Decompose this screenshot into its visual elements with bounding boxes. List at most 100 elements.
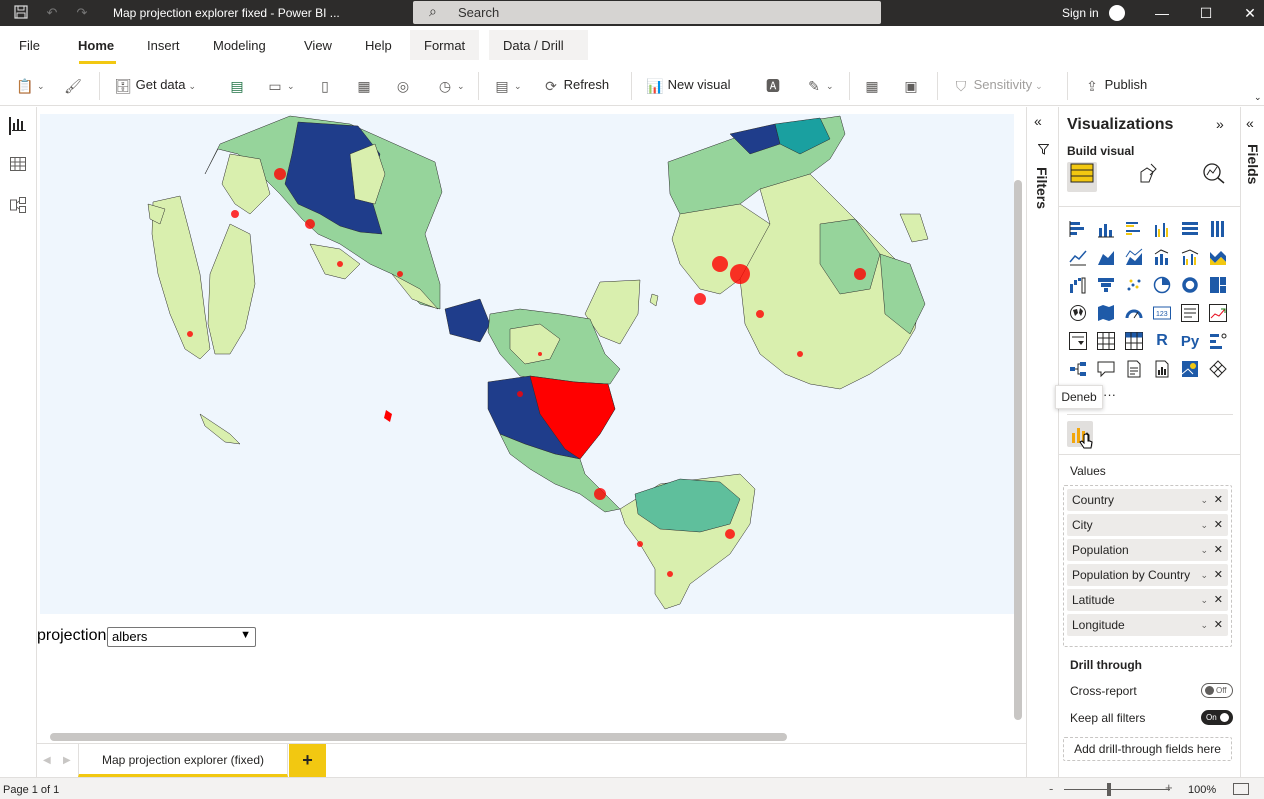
map-visual[interactable] [40, 114, 1014, 614]
area-chart-icon[interactable] [1095, 246, 1117, 268]
table-visual-icon[interactable] [1095, 330, 1117, 352]
paginated-report-icon[interactable] [1151, 358, 1173, 380]
slicer-icon[interactable] [1067, 330, 1089, 352]
chevron-down-icon[interactable]: ⌄ [1200, 589, 1208, 611]
stacked-bar-chart-icon[interactable] [1067, 218, 1089, 240]
sign-in-link[interactable]: Sign in [1062, 6, 1099, 20]
line-and-clustered-column-icon[interactable] [1179, 246, 1201, 268]
azure-map-icon[interactable] [1179, 358, 1201, 380]
keep-all-filters-toggle[interactable]: On [1201, 710, 1233, 725]
paste-button[interactable]: 📋 ⌄ [16, 75, 44, 97]
fields-label[interactable]: Fields [1245, 144, 1261, 184]
vertical-scrollbar[interactable] [1014, 180, 1022, 720]
pie-chart-icon[interactable] [1151, 274, 1173, 296]
text-box-button[interactable]: 🅰 [764, 75, 782, 97]
r-script-visual-icon[interactable]: R [1151, 330, 1173, 352]
transform-data-button[interactable]: ▤ ⌄ [493, 75, 521, 97]
filters-label[interactable]: Filters [1034, 167, 1050, 209]
page-tab[interactable]: Map projection explorer (fixed) [78, 744, 288, 777]
redo-icon[interactable]: ↷ [73, 4, 91, 22]
remove-field-icon[interactable]: ✕ [1214, 539, 1223, 561]
treemap-icon[interactable] [1207, 274, 1229, 296]
new-measure-button[interactable]: ▦ [863, 75, 881, 97]
expand-filters-icon[interactable]: « [1034, 113, 1042, 129]
100-stacked-bar-chart-icon[interactable] [1179, 218, 1201, 240]
zoom-in-button[interactable]: + [1165, 780, 1173, 795]
stacked-area-chart-icon[interactable] [1123, 246, 1145, 268]
tab-next-icon[interactable]: ▶ [63, 755, 71, 766]
filled-map-icon[interactable] [1095, 302, 1117, 324]
value-field-city[interactable]: City ⌄ ✕ [1067, 514, 1228, 536]
qa-visual-icon[interactable] [1095, 358, 1117, 380]
more-visuals-button[interactable]: ✎ ⌄ [805, 75, 833, 97]
refresh-button[interactable]: ⟳ Refresh [542, 75, 609, 97]
sql-server-button[interactable]: ▯ [316, 75, 334, 97]
python-visual-icon[interactable]: Py [1179, 330, 1201, 352]
line-chart-icon[interactable] [1067, 246, 1089, 268]
ribbon-chart-icon[interactable] [1207, 246, 1229, 268]
drill-through-drop-zone[interactable]: Add drill-through fields here [1063, 737, 1232, 761]
add-page-button[interactable]: + [289, 744, 326, 777]
dataverse-button[interactable]: ◎ [394, 75, 412, 97]
menu-modeling[interactable]: Modeling [213, 38, 266, 53]
100-stacked-column-chart-icon[interactable] [1207, 218, 1229, 240]
new-visual-button[interactable]: 📊 New visual [646, 75, 730, 97]
excel-button[interactable]: ▤ [228, 75, 246, 97]
cross-report-toggle[interactable]: Off [1201, 683, 1233, 698]
model-view-icon[interactable] [9, 197, 27, 215]
multi-row-card-icon[interactable] [1179, 302, 1201, 324]
menu-home[interactable]: Home [78, 38, 114, 53]
collapse-visualizations-icon[interactable]: » [1216, 116, 1224, 132]
format-visual-tab-icon[interactable] [1133, 162, 1163, 192]
sensitivity-button[interactable]: ⛉ Sensitivity ⌄ [952, 75, 1043, 97]
menu-insert[interactable]: Insert [147, 38, 180, 53]
decomposition-tree-icon[interactable] [1067, 358, 1089, 380]
stacked-column-chart-icon[interactable] [1095, 218, 1117, 240]
map-icon[interactable] [1067, 302, 1089, 324]
chevron-down-icon[interactable]: ⌄ [1200, 564, 1208, 586]
enter-data-button[interactable]: ▦ [355, 75, 373, 97]
chevron-down-icon[interactable]: ⌄ [1200, 614, 1208, 636]
report-view-icon[interactable] [9, 117, 27, 135]
value-field-latitude[interactable]: Latitude ⌄ ✕ [1067, 589, 1228, 611]
avatar[interactable] [1109, 5, 1125, 21]
waterfall-chart-icon[interactable] [1067, 274, 1089, 296]
menu-format[interactable]: Format [410, 30, 480, 60]
remove-field-icon[interactable]: ✕ [1214, 564, 1223, 586]
tab-prev-icon[interactable]: ◀ [43, 755, 51, 766]
data-view-icon[interactable] [9, 157, 27, 175]
projection-select[interactable]: albers ▼ [107, 627, 256, 647]
donut-chart-icon[interactable] [1179, 274, 1201, 296]
get-data-button[interactable]: 🗄 Get data ⌄ [114, 75, 196, 97]
expand-fields-icon[interactable]: « [1246, 115, 1254, 131]
data-hub-button[interactable]: ▭ ⌄ [266, 75, 294, 97]
format-painter-button[interactable]: 🖌 [64, 75, 82, 97]
fields-well-tab-icon[interactable] [1067, 162, 1097, 192]
save-icon[interactable] [12, 4, 30, 22]
publish-button[interactable]: ⇪ Publish [1083, 75, 1147, 97]
menu-file[interactable]: File [19, 38, 40, 53]
minimize-icon[interactable]: — [1152, 3, 1172, 23]
value-field-population[interactable]: Population ⌄ ✕ [1067, 539, 1228, 561]
value-field-country[interactable]: Country ⌄ ✕ [1067, 489, 1228, 511]
remove-field-icon[interactable]: ✕ [1214, 589, 1223, 611]
search-box[interactable]: ⌕ Search [413, 1, 881, 24]
remove-field-icon[interactable]: ✕ [1214, 614, 1223, 636]
value-field-population-by-country[interactable]: Population by Country ⌄ ✕ [1067, 564, 1228, 586]
diamond-visual-icon[interactable] [1207, 358, 1229, 380]
line-and-column-chart-icon[interactable] [1151, 246, 1173, 268]
chevron-down-icon[interactable]: ⌄ [1200, 489, 1208, 511]
zoom-slider[interactable] [1064, 789, 1170, 790]
ribbon-collapse-icon[interactable]: ⌄ [1254, 92, 1262, 103]
clustered-column-chart-icon[interactable] [1151, 218, 1173, 240]
zoom-slider-thumb[interactable] [1107, 783, 1111, 796]
remove-field-icon[interactable]: ✕ [1214, 514, 1223, 536]
menu-view[interactable]: View [304, 38, 332, 53]
more-visuals-ellipsis[interactable]: ··· [1103, 387, 1116, 402]
analytics-tab-icon[interactable] [1199, 162, 1229, 192]
funnel-chart-icon[interactable] [1095, 274, 1117, 296]
gauge-icon[interactable] [1123, 302, 1145, 324]
menu-data-drill[interactable]: Data / Drill [489, 30, 588, 60]
chevron-down-icon[interactable]: ⌄ [1200, 514, 1208, 536]
value-field-longitude[interactable]: Longitude ⌄ ✕ [1067, 614, 1228, 636]
